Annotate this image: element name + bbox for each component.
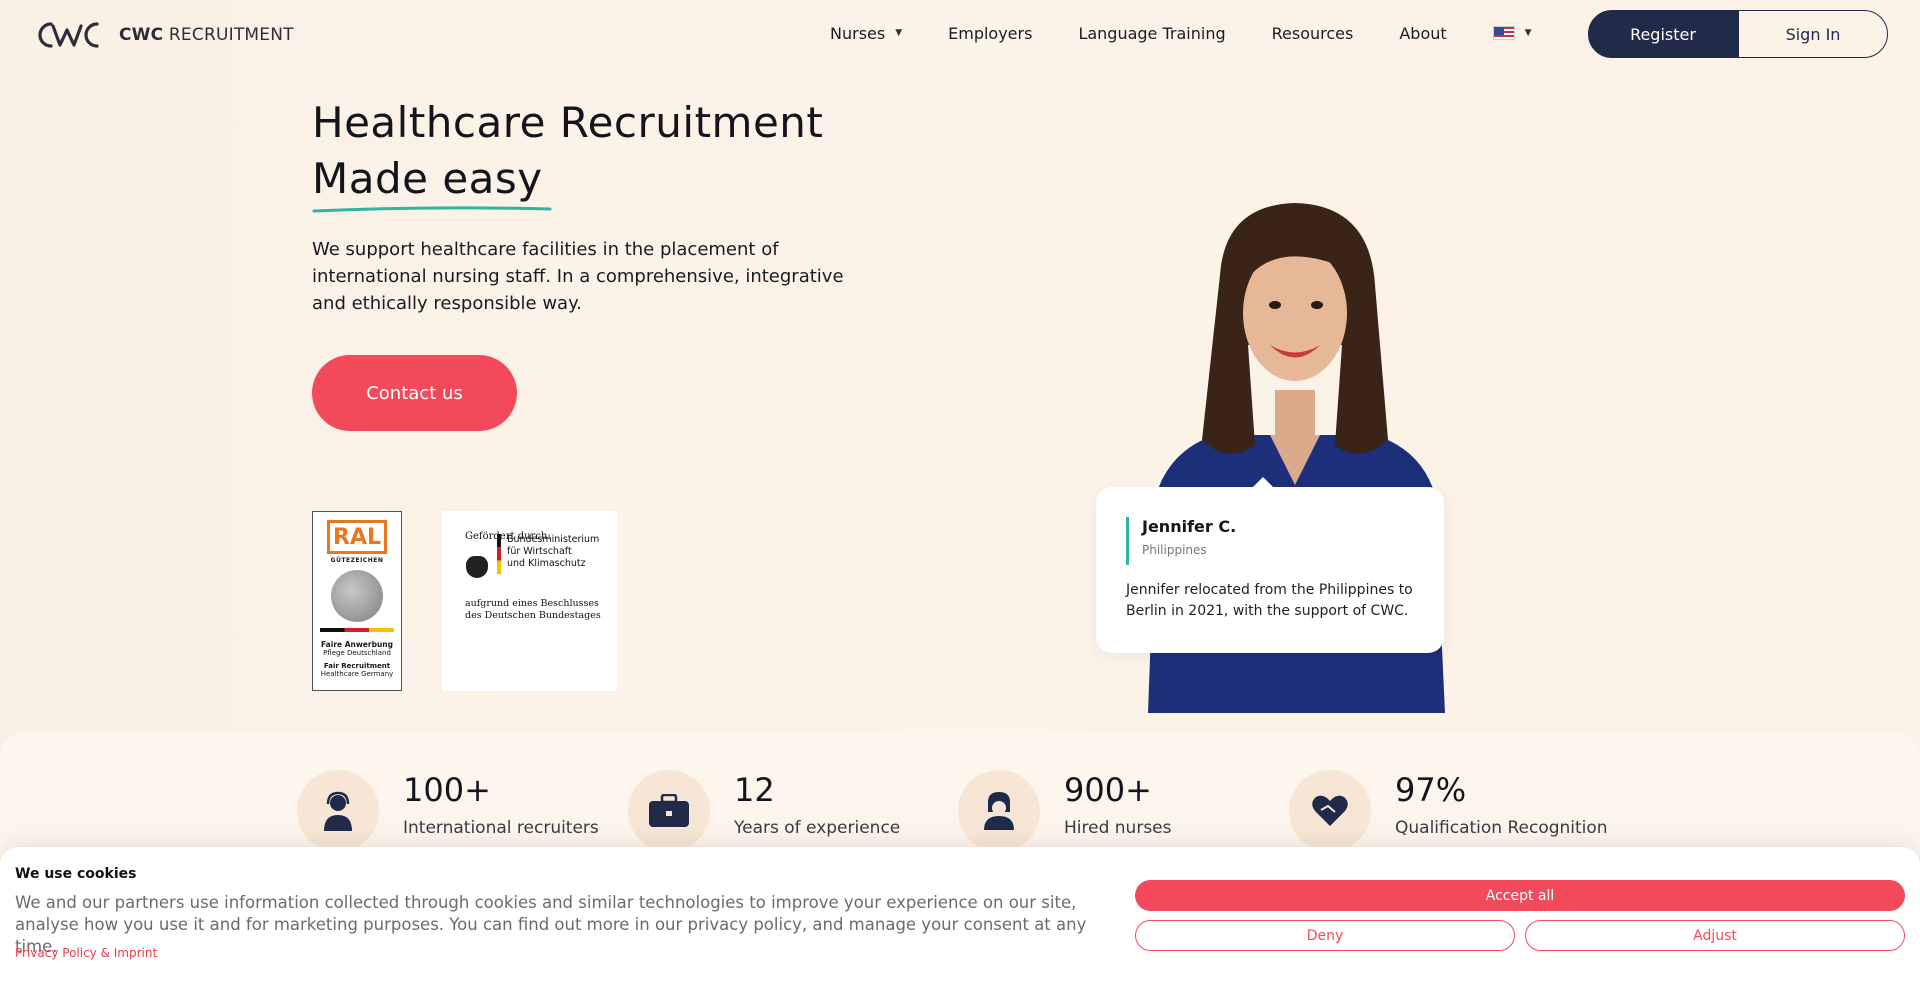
nurse-icon xyxy=(958,770,1040,852)
privacy-policy-link[interactable]: Privacy Policy & Imprint xyxy=(15,946,157,960)
bmwk-funding-badge[interactable]: Gefördert durch: Bundesministerium für W… xyxy=(442,511,617,691)
stat-nurses: 900+ Hired nurses xyxy=(958,770,1172,852)
auth-buttons: Register Sign In xyxy=(1588,10,1888,58)
stat-label: Years of experience xyxy=(734,818,901,838)
hero-title-line2-wrap: Made easy xyxy=(312,151,552,213)
globe-icon xyxy=(331,570,383,622)
german-flag-bar xyxy=(497,534,501,574)
bmwk-ministry: Bundesministerium für Wirtschaft und Kli… xyxy=(497,534,599,578)
ral-sub: GÜTEZEICHEN xyxy=(330,557,384,564)
nav-nurses[interactable]: Nurses ▼ xyxy=(830,24,902,43)
testimonial-name: Jennifer C. xyxy=(1142,517,1237,536)
cookie-title: We use cookies xyxy=(15,866,137,882)
stat-label: Qualification Recognition xyxy=(1395,818,1608,838)
bmwk-bottom-line2: des Deutschen Bundestages xyxy=(465,610,601,621)
nav-language-training[interactable]: Language Training xyxy=(1078,24,1225,43)
nav-resources[interactable]: Resources xyxy=(1272,24,1354,43)
testimonial-text: Jennifer relocated from the Philippines … xyxy=(1126,582,1413,619)
language-selector[interactable]: ▼ xyxy=(1492,26,1532,40)
nav-employers-label: Employers xyxy=(948,23,1033,43)
ministry-line2: für Wirtschaft xyxy=(507,546,572,557)
briefcase-icon xyxy=(628,770,710,852)
german-flag-stripe xyxy=(320,628,394,632)
headset-svg xyxy=(324,791,352,831)
hero-title-line1: Healthcare Recruitment xyxy=(312,98,824,147)
cookie-banner: We use cookies We and our partners use i… xyxy=(0,847,1920,993)
nurse-svg xyxy=(984,792,1014,830)
adjust-button[interactable]: Adjust xyxy=(1525,920,1905,951)
us-flag-icon xyxy=(1492,26,1515,40)
stat-text: 12 Years of experience xyxy=(734,770,900,852)
stat-text: 97% Qualification Recognition xyxy=(1395,770,1608,852)
federal-eagle-icon xyxy=(465,556,489,578)
cwc-logo-icon xyxy=(38,22,99,48)
bmwk-bottom: aufgrund eines Beschlusses des Deutschen… xyxy=(465,598,617,622)
logo-text: CWC RECRUITMENT xyxy=(119,25,294,45)
cookie-text: We and our partners use information coll… xyxy=(15,893,1087,956)
ral-line2: Pflege Deutschland xyxy=(323,649,391,657)
contact-us-button[interactable]: Contact us xyxy=(312,355,517,431)
ministry-line1: Bundesministerium xyxy=(507,534,600,545)
eagle-shape xyxy=(466,556,488,578)
stat-value: 97% xyxy=(1395,771,1467,809)
stat-label: Hired nurses xyxy=(1064,818,1172,838)
stat-value: 900+ xyxy=(1064,771,1152,809)
hero-title-line2: Made easy xyxy=(312,154,543,203)
ral-line1: Faire Anwerbung xyxy=(321,640,393,649)
nav-language-training-label: Language Training xyxy=(1078,23,1226,43)
caret-down-icon: ▼ xyxy=(1524,28,1532,38)
heart-svg xyxy=(1312,795,1348,826)
stat-experience: 12 Years of experience xyxy=(628,770,900,852)
ral-mark: RAL xyxy=(327,520,387,554)
stat-value: 12 xyxy=(734,771,775,809)
nav-resources-label: Resources xyxy=(1271,23,1354,43)
hero-description: We support healthcare facilities in the … xyxy=(312,239,844,314)
testimonial-card: Jennifer C. Philippines Jennifer relocat… xyxy=(1096,477,1444,653)
stat-recognition: 97% Qualification Recognition xyxy=(1289,770,1608,852)
accept-all-button[interactable]: Accept all xyxy=(1135,880,1905,911)
testimonial-header: Jennifer C. Philippines xyxy=(1126,517,1236,565)
nav-about-label: About xyxy=(1399,23,1447,43)
underline-swoosh-icon xyxy=(312,206,552,213)
register-button[interactable]: Register xyxy=(1588,10,1738,58)
nav-about[interactable]: About xyxy=(1399,24,1446,43)
bmwk-ministry-name: Bundesministerium für Wirtschaft und Kli… xyxy=(507,534,599,578)
recruiter-headset-icon xyxy=(297,770,379,852)
ral-line4: Healthcare Germany xyxy=(320,670,394,678)
main-nav: Nurses ▼ Employers Language Training Res… xyxy=(830,0,1578,66)
nav-nurses-label: Nurses xyxy=(830,23,886,43)
stat-text: 100+ International recruiters xyxy=(403,770,599,852)
stat-recruiters: 100+ International recruiters xyxy=(297,770,599,852)
stat-value: 100+ xyxy=(403,771,491,809)
testimonial-country: Philippines xyxy=(1142,543,1207,557)
ral-line3: Fair Recruitment xyxy=(323,662,391,670)
bmwk-bottom-line1: aufgrund eines Beschlusses xyxy=(465,598,599,609)
briefcase-svg xyxy=(649,794,689,827)
stat-text: 900+ Hired nurses xyxy=(1064,770,1172,852)
deny-button[interactable]: Deny xyxy=(1135,920,1515,951)
nav-employers[interactable]: Employers xyxy=(948,24,1032,43)
heart-handshake-icon xyxy=(1289,770,1371,852)
ral-quality-badge[interactable]: RAL GÜTEZEICHEN Faire Anwerbung Pflege D… xyxy=(312,511,402,691)
hero-title: Healthcare Recruitment Made easy xyxy=(312,95,824,213)
caret-down-icon: ▼ xyxy=(895,28,903,38)
ministry-line3: und Klimaschutz xyxy=(507,558,586,569)
stat-label: International recruiters xyxy=(403,818,599,838)
sign-in-button[interactable]: Sign In xyxy=(1738,10,1888,58)
bmwk-row: Bundesministerium für Wirtschaft und Kli… xyxy=(465,534,617,578)
site-logo[interactable]: CWC RECRUITMENT xyxy=(35,18,294,52)
